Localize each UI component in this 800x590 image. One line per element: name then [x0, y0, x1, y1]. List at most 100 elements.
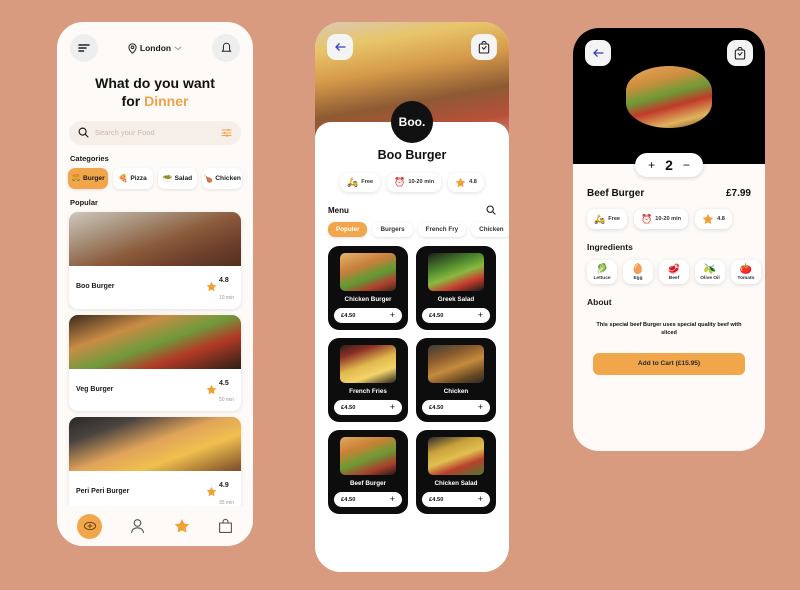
- category-label: Chicken: [215, 174, 241, 182]
- add-item-button[interactable]: +: [478, 403, 483, 412]
- ingredient-egg: 🥚 Egg: [623, 260, 653, 284]
- star-icon: [455, 177, 466, 188]
- ingredient-olive-oil: 🫒 Olive Oil: [695, 260, 725, 284]
- menu-card[interactable]: Chicken Burger £4.50 +: [328, 246, 408, 330]
- price-row: £4.50 +: [422, 400, 490, 415]
- food-name: Greek Salad: [437, 296, 475, 303]
- shopping-bag-icon: [734, 46, 746, 60]
- decrease-quantity-button[interactable]: −: [683, 159, 690, 171]
- price-row: £4.50 +: [422, 492, 490, 507]
- chip-label: 4.8: [717, 215, 725, 222]
- chip-label: Free: [608, 215, 621, 222]
- add-item-button[interactable]: +: [390, 403, 395, 412]
- add-to-cart-button[interactable]: Add to Cart (£15.95): [593, 352, 745, 375]
- food-photo: [69, 417, 241, 472]
- beef-icon: 🥩: [667, 264, 681, 275]
- search-icon[interactable]: [486, 205, 496, 215]
- home-screen: London What do you want for Dinner Searc…: [57, 22, 253, 546]
- price-value: £4.50: [341, 404, 356, 411]
- price-row: £4.50 +: [334, 492, 402, 507]
- menu-card[interactable]: French Fries £4.50 +: [328, 338, 408, 422]
- tab-populer[interactable]: Populer: [328, 222, 368, 237]
- rating-badge: 4.5 50 min: [206, 373, 234, 407]
- store-info-chips: 🛵 Free ⏰ 10-20 min 4.8: [315, 173, 509, 192]
- food-name: Chicken: [443, 388, 469, 395]
- headline-prefix: for: [121, 93, 145, 110]
- list-item[interactable]: Veg Burger 4.5 50 min: [69, 314, 241, 412]
- product-detail-screen: + 2 − Beef Burger £7.99 🛵 Free ⏰ 10-20 m…: [573, 28, 765, 451]
- product-hero: + 2 −: [573, 28, 765, 177]
- categories-label: Categories: [70, 153, 109, 163]
- menu-header: Menu: [315, 205, 509, 215]
- search-icon: [78, 127, 89, 139]
- price-value: £4.50: [429, 312, 444, 319]
- category-chicken[interactable]: 🍗 Chicken: [202, 167, 242, 189]
- filter-icon: [221, 129, 232, 138]
- food-name: Boo Burger: [76, 283, 115, 291]
- menu-tabs: Populer Burgers French Fry Chicken: [315, 222, 509, 237]
- shopping-bag-icon: [478, 40, 490, 54]
- menu-card[interactable]: Chicken £4.50 +: [416, 338, 496, 422]
- quantity-stepper: + 2 −: [635, 153, 703, 177]
- back-button[interactable]: [585, 40, 611, 66]
- product-photo: [626, 66, 712, 128]
- chip-delivery-fee: 🛵 Free: [587, 209, 628, 229]
- product-header: Beef Burger £7.99: [573, 188, 765, 199]
- list-item[interactable]: Boo Burger 4.8 10 min: [69, 211, 241, 309]
- ingredient-label: Egg: [633, 276, 643, 281]
- menu-card[interactable]: Chicken Salad £4.50 +: [416, 430, 496, 514]
- star-icon: [206, 384, 217, 395]
- hamburger-menu-icon[interactable]: [70, 34, 98, 62]
- tab-french-fry[interactable]: French Fry: [417, 222, 467, 237]
- price-value: £4.50: [341, 312, 356, 319]
- store-title: Boo Burger: [377, 148, 447, 162]
- burger-icon: 🍔: [71, 173, 82, 183]
- cart-button[interactable]: [727, 40, 753, 66]
- salad-icon: 🥗: [162, 173, 173, 183]
- notification-bell-icon[interactable]: [212, 34, 240, 62]
- increase-quantity-button[interactable]: +: [648, 159, 655, 171]
- scooter-icon: 🛵: [594, 213, 606, 224]
- tab-chicken[interactable]: Chicken: [471, 222, 509, 237]
- star-icon: [206, 487, 217, 497]
- search-input[interactable]: Search your Food: [69, 120, 241, 145]
- page-title: What do you want for Dinner: [57, 74, 253, 111]
- star-icon: [206, 282, 217, 292]
- location-selector[interactable]: London: [128, 42, 182, 54]
- add-item-button[interactable]: +: [478, 311, 483, 320]
- category-pizza[interactable]: 🍕 Pizza: [112, 167, 153, 189]
- menu-card[interactable]: Greek Salad £4.50 +: [416, 246, 496, 330]
- category-salad[interactable]: 🥗 Salad: [157, 167, 198, 189]
- chicken-icon: 🍗: [203, 173, 214, 183]
- cart-button[interactable]: [471, 34, 497, 60]
- ingredient-list: 🥬 Lettuce 🥚 Egg 🥩 Beef 🫒 Olive Oil 🍅 Tom…: [573, 260, 765, 284]
- add-item-button[interactable]: +: [390, 311, 395, 320]
- headline-line-1: What do you want: [95, 75, 215, 91]
- tomato-icon: 🍅: [739, 264, 753, 275]
- chip-label: 4.8: [469, 179, 477, 186]
- tab-cart[interactable]: [218, 518, 233, 534]
- delivery-time: 10 min: [218, 294, 234, 301]
- menu-card[interactable]: Beef Burger £4.50 +: [328, 430, 408, 514]
- location-pin-icon: [128, 42, 137, 54]
- category-label: Pizza: [130, 174, 147, 182]
- bottom-tab-bar: [57, 506, 253, 546]
- ingredient-lettuce: 🥬 Lettuce: [587, 260, 617, 284]
- list-item[interactable]: Peri Peri Burger 4.9 35 min: [69, 417, 241, 514]
- scooter-icon: 🛵: [347, 177, 359, 188]
- star-icon: [174, 519, 189, 533]
- search-placeholder: Search your Food: [95, 128, 155, 138]
- home-header: London: [57, 22, 253, 68]
- about-text: This special beef Burger uses special qu…: [596, 322, 742, 337]
- add-item-button[interactable]: +: [478, 495, 483, 504]
- category-burger[interactable]: 🍔 Burger: [68, 167, 108, 189]
- add-item-button[interactable]: +: [390, 495, 395, 504]
- food-photo: [340, 345, 396, 383]
- food-name: Chicken Burger: [344, 296, 392, 303]
- tab-favorites[interactable]: [174, 518, 190, 534]
- tab-home[interactable]: [77, 513, 103, 539]
- back-button[interactable]: [327, 34, 353, 60]
- price-value: £4.50: [429, 496, 444, 503]
- tab-burgers[interactable]: Burgers: [372, 222, 413, 237]
- tab-profile[interactable]: [130, 518, 145, 534]
